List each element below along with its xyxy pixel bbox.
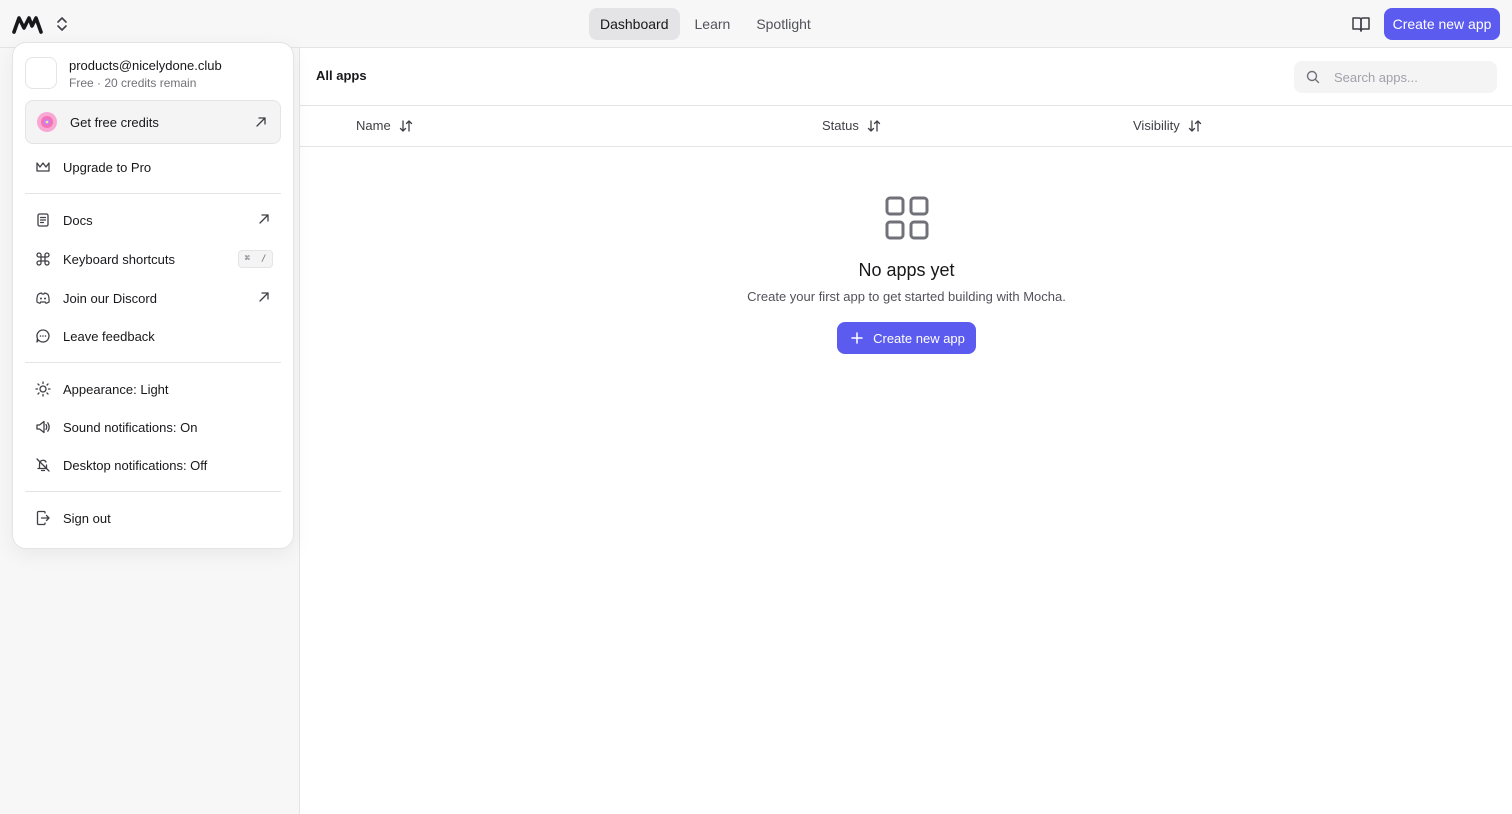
- menu-label: Keyboard shortcuts: [63, 251, 176, 267]
- external-arrow-icon: [259, 292, 269, 302]
- menu-label: Desktop notifications: Off: [63, 457, 208, 473]
- sun-icon: [33, 379, 53, 399]
- menu-label: Get free credits: [70, 114, 159, 130]
- column-status-header[interactable]: Status: [822, 118, 881, 133]
- chevron-up-down-icon[interactable]: [53, 14, 71, 34]
- column-label: Visibility: [1133, 118, 1180, 133]
- divider: [25, 491, 281, 492]
- grid-icon: [885, 196, 928, 240]
- menu-sign-out[interactable]: Sign out: [33, 503, 273, 533]
- plan-name: Free: [69, 76, 94, 90]
- column-label: Status: [822, 118, 859, 133]
- create-new-app-button[interactable]: Create new app: [1384, 8, 1500, 40]
- sort-icon: [867, 119, 881, 132]
- shortcut-key: /: [261, 254, 267, 264]
- sort-icon: [1188, 119, 1201, 132]
- menu-label: Docs: [63, 212, 93, 228]
- column-label: Name: [356, 118, 391, 133]
- account-menu: products@nicelydone.club Free · 20 credi…: [12, 42, 294, 549]
- empty-title: No apps yet: [858, 260, 955, 280]
- mocha-logo-icon[interactable]: [12, 12, 44, 36]
- create-new-app-button-main[interactable]: Create new app: [837, 322, 976, 354]
- document-icon: [33, 210, 53, 230]
- menu-label: Appearance: Light: [63, 381, 169, 397]
- credits-remaining: 20 credits remain: [104, 76, 197, 90]
- search-box[interactable]: [1294, 61, 1497, 93]
- main-nav: Dashboard Learn Spotlight: [589, 8, 822, 40]
- column-name-header[interactable]: Name: [356, 118, 413, 133]
- account-email: products@nicelydone.club: [69, 58, 222, 73]
- shortcut-key: ⌘: [244, 254, 250, 264]
- chat-bubble-icon: [33, 326, 53, 346]
- menu-keyboard-shortcuts[interactable]: Keyboard shortcuts ⌘ /: [33, 244, 273, 274]
- external-arrow-icon: [256, 117, 266, 127]
- menu-label: Leave feedback: [63, 328, 155, 344]
- flower-icon: [37, 112, 57, 132]
- avatar: [25, 57, 57, 89]
- crown-icon: [33, 157, 53, 177]
- tab-learn[interactable]: Learn: [684, 8, 742, 40]
- menu-label: Upgrade to Pro: [63, 159, 152, 175]
- menu-join-discord[interactable]: Join our Discord: [33, 283, 273, 313]
- menu-desktop-notifications[interactable]: Desktop notifications: Off: [33, 450, 273, 480]
- main-header: All apps: [300, 48, 1512, 106]
- menu-label: Sound notifications: On: [63, 419, 198, 435]
- external-arrow-icon: [259, 214, 269, 224]
- menu-docs[interactable]: Docs: [33, 205, 273, 235]
- speaker-icon: [33, 417, 53, 437]
- sign-out-icon: [33, 508, 53, 528]
- empty-state: No apps yet Create your first app to get…: [300, 196, 1512, 354]
- menu-leave-feedback[interactable]: Leave feedback: [33, 321, 273, 351]
- divider: [25, 193, 281, 194]
- get-free-credits-button[interactable]: Get free credits: [25, 100, 281, 144]
- discord-icon: [33, 288, 53, 308]
- sort-icon: [399, 119, 412, 132]
- page-title: All apps: [316, 68, 367, 83]
- search-icon: [1306, 70, 1320, 84]
- command-icon: [33, 249, 53, 269]
- menu-upgrade-pro[interactable]: Upgrade to Pro: [33, 152, 273, 182]
- menu-appearance[interactable]: Appearance: Light: [33, 374, 273, 404]
- shortcut-hint: ⌘ /: [238, 250, 273, 268]
- button-label: Create new app: [873, 330, 965, 346]
- column-visibility-header[interactable]: Visibility: [1133, 118, 1202, 133]
- tab-spotlight[interactable]: Spotlight: [745, 8, 821, 40]
- bell-off-icon: [33, 455, 53, 475]
- empty-subtitle: Create your first app to get started bui…: [747, 289, 1066, 304]
- account-plan: Free · 20 credits remain: [69, 76, 197, 90]
- book-icon[interactable]: [1350, 14, 1372, 34]
- menu-label: Sign out: [63, 510, 111, 526]
- search-input[interactable]: [1334, 69, 1484, 85]
- menu-sound-notifications[interactable]: Sound notifications: On: [33, 412, 273, 442]
- plus-icon: [851, 332, 863, 344]
- top-bar: Dashboard Learn Spotlight Create new app: [0, 0, 1512, 48]
- main-panel: All apps Name Status Visibility: [299, 48, 1512, 814]
- tab-dashboard[interactable]: Dashboard: [589, 8, 680, 40]
- menu-label: Join our Discord: [63, 290, 157, 306]
- divider: [25, 362, 281, 363]
- table-header: Name Status Visibility: [300, 106, 1512, 147]
- account-info: products@nicelydone.club Free · 20 credi…: [25, 57, 222, 90]
